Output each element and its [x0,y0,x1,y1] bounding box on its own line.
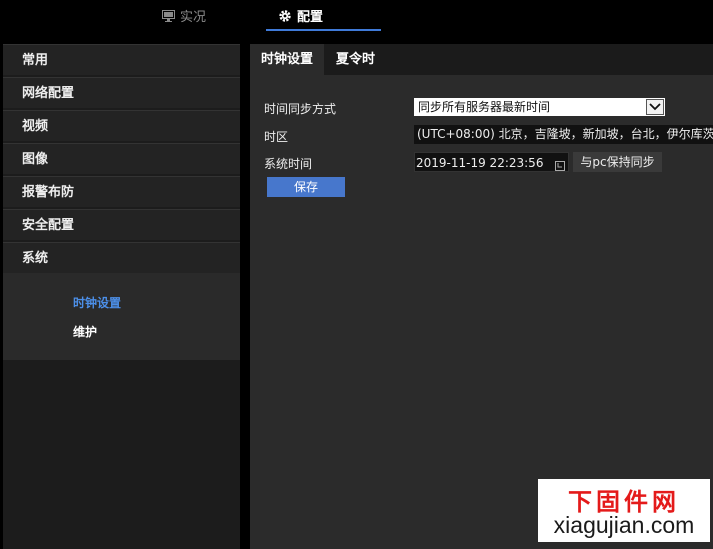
system-time-label: 系统时间 [264,157,313,171]
sidebar-item-video[interactable]: 视频 [3,110,240,141]
main-content: 时钟设置 夏令时 时间同步方式 同步所有服务器最新时间 时区 (UTC+08:0… [250,44,713,549]
watermark: 下固件网 xiagujian.com [538,479,710,542]
nav-tab-live-label: 实况 [180,10,207,25]
sidebar: 常用 网络配置 视频 图像 报警布防 安全配置 系统 时钟设置 维护 [3,44,240,549]
timezone-select[interactable]: (UTC+08:00) 北京，吉隆坡，新加坡，台北，伊尔库茨克 [414,125,713,144]
sidebar-item-common[interactable]: 常用 [3,44,240,75]
save-button[interactable]: 保存 [267,177,345,197]
submenu-item-clock[interactable]: 时钟设置 [3,289,240,318]
nav-tab-config[interactable]: 配置 [266,0,381,31]
nav-tab-config-label: 配置 [297,10,324,25]
watermark-domain: xiagujian.com [553,512,695,538]
system-time-value: 2019-11-19 22:23:56 [416,156,544,170]
gear-icon [278,9,292,23]
sidebar-item-alarm[interactable]: 报警布防 [3,176,240,207]
sidebar-item-network[interactable]: 网络配置 [3,77,240,108]
tab-clock-settings[interactable]: 时钟设置 [250,44,324,75]
content-tabs: 时钟设置 夏令时 [250,44,713,75]
sync-mode-value: 同步所有服务器最新时间 [418,100,551,114]
sync-with-pc-button[interactable]: 与pc保持同步 [573,152,662,172]
sync-mode-label: 时间同步方式 [264,102,337,116]
nav-tab-live[interactable]: 实况 [161,0,206,31]
chevron-down-icon[interactable] [646,99,664,115]
monitor-icon [161,9,175,23]
system-time-input[interactable]: 2019-11-19 22:23:56 [414,152,569,172]
submenu-item-maintenance[interactable]: 维护 [3,318,240,347]
sidebar-item-system[interactable]: 系统 [3,242,240,273]
timezone-label: 时区 [264,130,289,144]
tab-dst[interactable]: 夏令时 [336,44,375,75]
top-nav: 实况 配置 [0,0,713,34]
sync-mode-select[interactable]: 同步所有服务器最新时间 [414,98,665,116]
sidebar-item-security[interactable]: 安全配置 [3,209,240,240]
calendar-icon[interactable] [555,157,565,171]
system-submenu: 时钟设置 维护 [3,273,240,360]
sidebar-item-image[interactable]: 图像 [3,143,240,174]
